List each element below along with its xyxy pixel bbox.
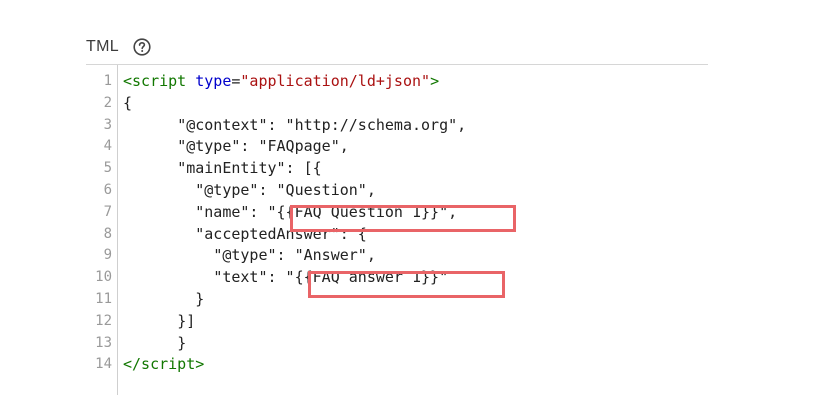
field-label: TML: [86, 38, 119, 55]
code-token: >: [430, 72, 440, 90]
line-text: "@type": "FAQpage",: [123, 135, 349, 157]
line-number: 9: [103, 247, 112, 264]
code-token: {: [123, 93, 133, 112]
code-token: type: [195, 72, 232, 90]
line-number: 6: [103, 182, 112, 198]
code-token: "mainEntity": [{: [177, 159, 322, 178]
line-text: }: [123, 332, 186, 354]
line-number: 3: [103, 116, 112, 133]
line-text: "@type": "Question",: [123, 179, 376, 201]
line-number: 5: [103, 160, 112, 177]
code-token: "@type": "Answer",: [213, 246, 376, 265]
code-token: "application/ld+json": [240, 72, 431, 90]
code-token: }: [195, 290, 205, 308]
line-number: 7: [103, 203, 112, 220]
line-number: 4: [103, 138, 112, 155]
line-text: }: [123, 288, 204, 310]
code-token: }]: [177, 311, 196, 330]
code-token: <script: [123, 72, 187, 90]
code-token: </script: [123, 355, 196, 374]
line-number: 12: [95, 312, 112, 329]
line-text: "@context": "http://schema.org",: [123, 114, 466, 136]
code-token: }: [177, 333, 187, 352]
line-text: <script type="application/ld+json">: [123, 70, 439, 92]
line-number: 2: [103, 94, 112, 111]
field-header: TML: [86, 36, 151, 58]
line-number: 11: [95, 291, 112, 307]
line-text: {: [123, 92, 132, 114]
line-number: 1: [103, 73, 112, 89]
highlight-faq-answer: [308, 271, 505, 298]
line-text: </script>: [123, 353, 204, 375]
line-number: 13: [95, 334, 112, 351]
line-text: "@type": "Answer",: [123, 244, 376, 266]
code-editor[interactable]: 1 <script type="application/ld+json"> 2{3 …: [86, 64, 708, 395]
code-token: >: [195, 355, 205, 374]
line-text: }]: [123, 310, 195, 332]
line-text: "mainEntity": [{: [123, 157, 322, 179]
line-number: 14: [95, 356, 112, 373]
line-number: 8: [103, 225, 112, 242]
code-token: "@type": "FAQpage",: [177, 137, 349, 156]
question-circle-icon[interactable]: [133, 38, 151, 56]
code-token: "@type": "Question",: [195, 181, 376, 199]
highlight-faq-question: [290, 205, 516, 232]
line-number: 10: [95, 269, 112, 286]
code-token: "@context": "http://schema.org",: [177, 115, 467, 134]
